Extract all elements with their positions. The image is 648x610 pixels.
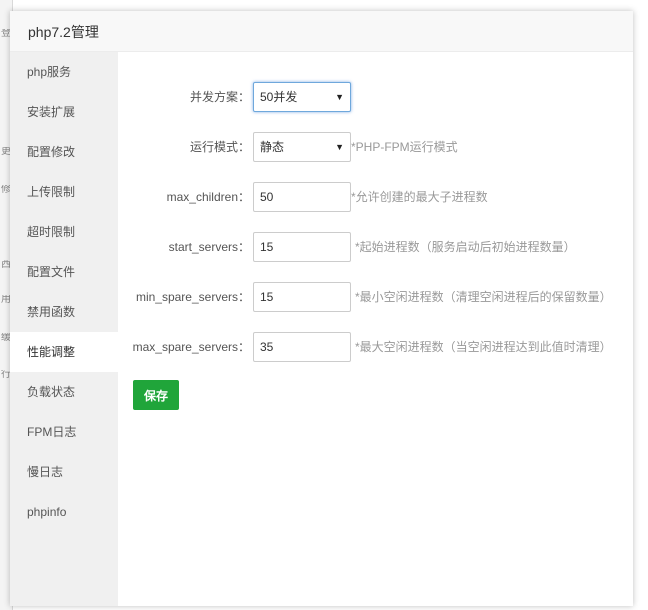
sidebar-item-upload-limit[interactable]: 上传限制 (10, 172, 118, 212)
concurrency-select-value: 50并发 (260, 90, 298, 104)
sidebar-item-config-file[interactable]: 配置文件 (10, 252, 118, 292)
save-button[interactable]: 保存 (133, 380, 179, 410)
run-mode-hint: *PHP-FPM运行模式 (351, 140, 458, 154)
start-servers-input[interactable]: 15 (253, 232, 351, 262)
form-row-max-children: max_children： 50 *允许创建的最大子进程数 (118, 182, 633, 212)
run-mode-label: 运行模式： (189, 140, 250, 154)
sidebar-item-disabled-functions[interactable]: 禁用函数 (10, 292, 118, 332)
concurrency-select[interactable]: 50并发 ▼ (253, 82, 351, 112)
background-right (633, 0, 648, 610)
max-spare-servers-hint: *最大空闲进程数（当空闲进程达到此值时清理） (355, 340, 612, 354)
max-children-label: max_children： (166, 190, 250, 204)
form-row-run-mode: 运行模式： 静态 ▼ *PHP-FPM运行模式 (118, 132, 633, 162)
max-children-hint: *允许创建的最大子进程数 (351, 190, 488, 204)
form-row-start-servers: start_servers： 15 *起始进程数（服务启动后初始进程数量） (118, 232, 633, 262)
run-mode-select-value: 静态 (260, 140, 285, 154)
sidebar-item-slow-log[interactable]: 慢日志 (10, 452, 118, 492)
form-row-max-spare-servers: max_spare_servers： 35 *最大空闲进程数（当空闲进程达到此值… (118, 332, 633, 362)
caret-down-icon: ▼ (335, 142, 344, 152)
sidebar-item-fpm-log[interactable]: FPM日志 (10, 412, 118, 452)
max-spare-servers-label: max_spare_servers： (132, 340, 250, 354)
concurrency-label: 并发方案： (189, 90, 250, 104)
sidebar-item-config-edit[interactable]: 配置修改 (10, 132, 118, 172)
dialog-titlebar[interactable]: php7.2管理 (10, 11, 633, 52)
sidebar-item-timeout-limit[interactable]: 超时限制 (10, 212, 118, 252)
min-spare-servers-input[interactable]: 15 (253, 282, 351, 312)
start-servers-hint: *起始进程数（服务启动后初始进程数量） (355, 240, 576, 254)
max-children-input[interactable]: 50 (253, 182, 351, 212)
sidebar: php服务 安装扩展 配置修改 上传限制 超时限制 配置文件 禁用函数 性能调整… (10, 52, 118, 606)
min-spare-servers-label: min_spare_servers： (135, 290, 250, 304)
run-mode-select[interactable]: 静态 ▼ (253, 132, 351, 162)
start-servers-label: start_servers： (168, 240, 250, 254)
sidebar-item-performance-tuning[interactable]: 性能调整 (10, 332, 118, 372)
performance-tuning-panel: 并发方案： 50并发 ▼ 运行模式： 静态 ▼ *PHP-FPM运行模式 max… (118, 52, 633, 606)
max-spare-servers-input[interactable]: 35 (253, 332, 351, 362)
sidebar-item-phpinfo[interactable]: phpinfo (10, 492, 118, 532)
sidebar-item-install-extension[interactable]: 安装扩展 (10, 92, 118, 132)
dialog-title: php7.2管理 (28, 24, 99, 40)
sidebar-item-php-service[interactable]: php服务 (10, 52, 118, 92)
form-row-concurrency: 并发方案： 50并发 ▼ (118, 82, 633, 112)
php-manager-dialog: php7.2管理 php服务 安装扩展 配置修改 上传限制 超时限制 配置文件 … (10, 11, 633, 606)
sidebar-item-load-status[interactable]: 负载状态 (10, 372, 118, 412)
caret-down-icon: ▼ (335, 92, 344, 102)
min-spare-servers-hint: *最小空闲进程数（清理空闲进程后的保留数量） (355, 290, 612, 304)
form-row-min-spare-servers: min_spare_servers： 15 *最小空闲进程数（清理空闲进程后的保… (118, 282, 633, 312)
